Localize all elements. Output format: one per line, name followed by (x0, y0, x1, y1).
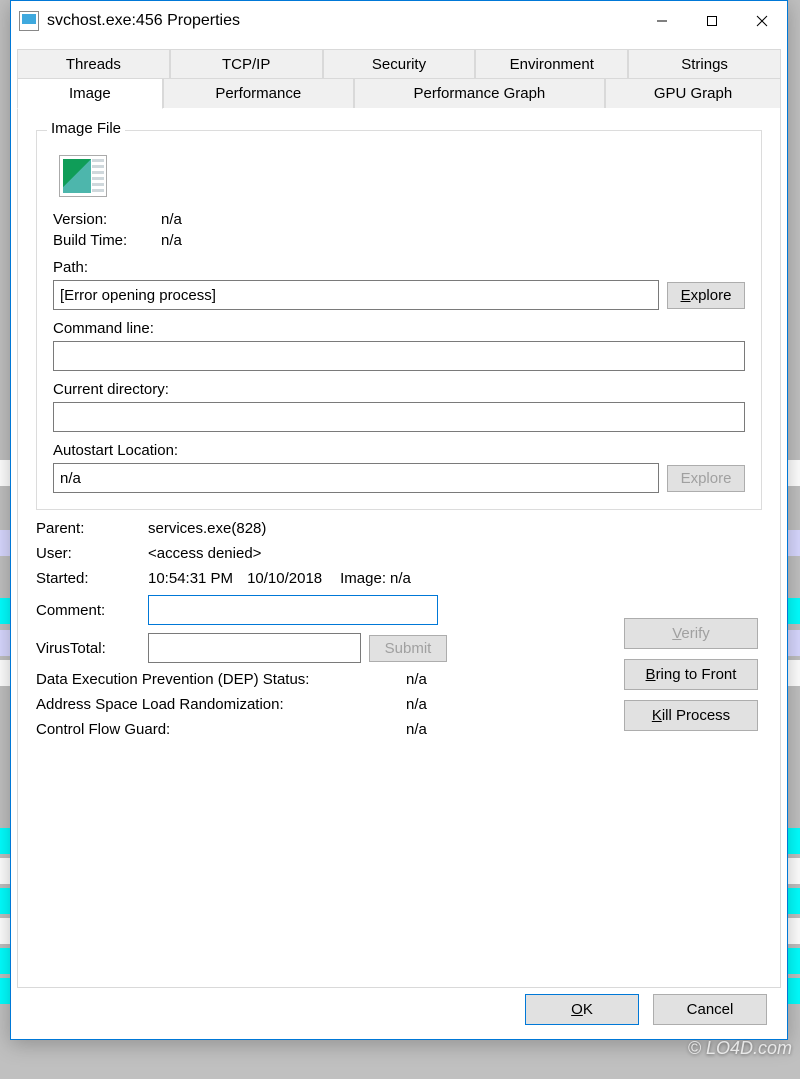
cmdline-label: Command line: (53, 320, 745, 337)
window-title: svchost.exe:456 Properties (47, 12, 637, 30)
minimize-icon (656, 15, 668, 27)
tab-performance-graph[interactable]: Performance Graph (354, 78, 605, 109)
parent-label: Parent: (36, 520, 148, 537)
version-value: n/a (161, 211, 182, 228)
cfg-value: n/a (406, 721, 427, 738)
process-icon (59, 155, 107, 197)
image-bits-value: n/a (390, 570, 411, 587)
tab-gpu-graph[interactable]: GPU Graph (605, 78, 781, 109)
comment-field[interactable] (148, 595, 438, 625)
tab-threads[interactable]: Threads (17, 49, 170, 79)
submit-button: Submit (369, 635, 447, 662)
curdir-field[interactable] (53, 402, 745, 432)
user-value: <access denied> (148, 545, 762, 562)
tabs: Threads TCP/IP Security Environment Stri… (11, 41, 787, 988)
aslr-label: Address Space Load Randomization: (36, 696, 406, 713)
started-time: 10:54:31 PM (148, 570, 233, 587)
app-icon (19, 11, 39, 31)
dep-value: n/a (406, 671, 427, 688)
properties-window: svchost.exe:456 Properties Threads TCP/I… (10, 0, 788, 1040)
dep-label: Data Execution Prevention (DEP) Status: (36, 671, 406, 688)
side-buttons: Verify Bring to Front Kill Process (624, 618, 758, 731)
group-label: Image File (47, 120, 125, 137)
explore-path-button[interactable]: Explore (667, 282, 745, 309)
tab-strings[interactable]: Strings (628, 49, 781, 79)
comment-label: Comment: (36, 602, 148, 619)
version-label: Version: (53, 211, 161, 228)
titlebar: svchost.exe:456 Properties (11, 1, 787, 41)
close-icon (756, 15, 768, 27)
dialog-buttons: OK Cancel (525, 994, 767, 1025)
buildtime-value: n/a (161, 232, 182, 249)
maximize-icon (706, 15, 718, 27)
curdir-label: Current directory: (53, 381, 745, 398)
tab-performance[interactable]: Performance (163, 78, 354, 109)
ok-button[interactable]: OK (525, 994, 639, 1025)
cmdline-field[interactable] (53, 341, 745, 371)
minimize-button[interactable] (637, 1, 687, 41)
cancel-button[interactable]: Cancel (653, 994, 767, 1025)
tab-security[interactable]: Security (323, 49, 476, 79)
cfg-label: Control Flow Guard: (36, 721, 406, 738)
tab-image[interactable]: Image (17, 78, 163, 109)
bring-to-front-button[interactable]: Bring to Front (624, 659, 758, 690)
aslr-value: n/a (406, 696, 427, 713)
image-file-group: Image File Version: n/a Build Time: n/a … (36, 130, 762, 510)
autostart-label: Autostart Location: (53, 442, 745, 459)
virustotal-label: VirusTotal: (36, 640, 148, 657)
path-label: Path: (53, 259, 745, 276)
autostart-field[interactable] (53, 463, 659, 493)
kill-process-button[interactable]: Kill Process (624, 700, 758, 731)
started-date: 10/10/2018 (247, 570, 322, 587)
image-bits-label: Image: (340, 570, 386, 587)
user-label: User: (36, 545, 148, 562)
path-field[interactable] (53, 280, 659, 310)
verify-button: Verify (624, 618, 758, 649)
tab-tcpip[interactable]: TCP/IP (170, 49, 323, 79)
started-label: Started: (36, 570, 148, 587)
tab-content-image: Image File Version: n/a Build Time: n/a … (17, 108, 781, 988)
maximize-button[interactable] (687, 1, 737, 41)
explore-autostart-button: Explore (667, 465, 745, 492)
parent-value: services.exe(828) (148, 520, 762, 537)
watermark: © LO4D.com (688, 1038, 792, 1059)
tab-environment[interactable]: Environment (475, 49, 628, 79)
close-button[interactable] (737, 1, 787, 41)
buildtime-label: Build Time: (53, 232, 161, 249)
virustotal-field[interactable] (148, 633, 361, 663)
